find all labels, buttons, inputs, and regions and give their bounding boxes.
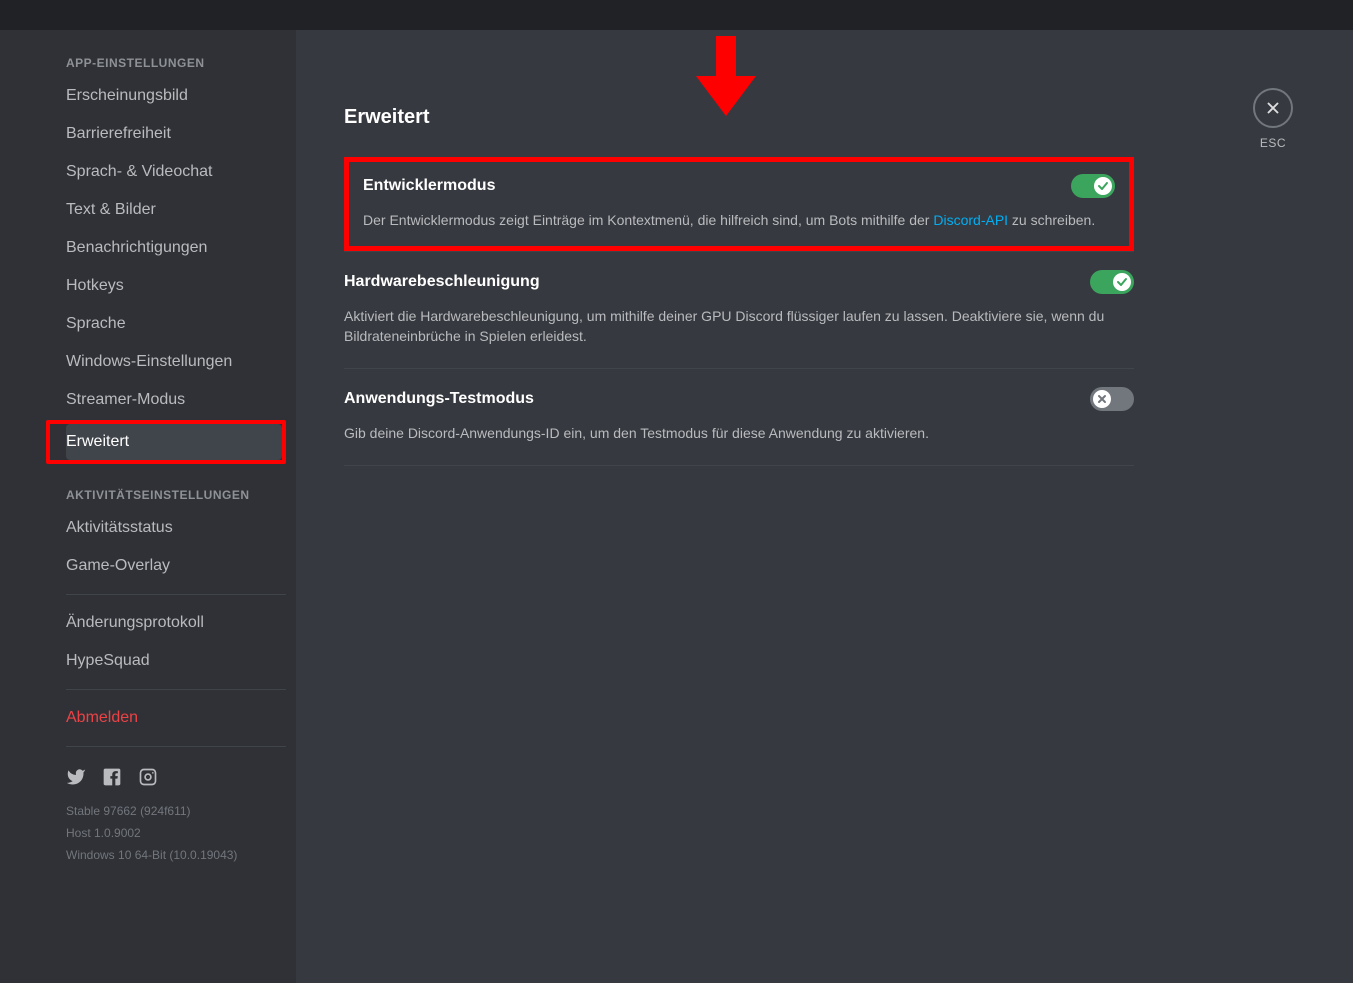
close-button[interactable] [1253, 88, 1293, 128]
setting-description: Gib deine Discord-Anwendungs-ID ein, um … [344, 423, 1134, 443]
close-label: ESC [1253, 136, 1293, 150]
settings-sidebar: APP-EINSTELLUNGEN Erscheinungsbild Barri… [0, 30, 296, 983]
annotation-arrow-icon [696, 36, 756, 116]
sidebar-section-app: APP-EINSTELLUNGEN [66, 50, 286, 76]
setting-description: Der Entwicklermodus zeigt Einträge im Ko… [363, 210, 1115, 230]
sidebar-item-hotkeys[interactable]: Hotkeys [66, 268, 286, 304]
setting-title: Entwicklermodus [363, 177, 495, 195]
sidebar-item-advanced[interactable]: Erweitert [66, 424, 282, 460]
sidebar-item-streamer-mode[interactable]: Streamer-Modus [66, 382, 286, 418]
toggle-application-test-mode[interactable] [1090, 387, 1134, 411]
setting-title: Anwendungs-Testmodus [344, 390, 534, 408]
setting-title: Hardwarebeschleunigung [344, 273, 540, 291]
settings-content: ESC Erweitert Entwicklermodus Der Entwic… [296, 30, 1353, 983]
sidebar-section-activity: AKTIVITÄTSEINSTELLUNGEN [66, 482, 286, 508]
version-line-2: Host 1.0.9002 [66, 820, 286, 842]
sidebar-item-language[interactable]: Sprache [66, 306, 286, 342]
instagram-icon[interactable] [138, 767, 158, 792]
sidebar-item-changelog[interactable]: Änderungsprotokoll [66, 605, 286, 641]
sidebar-separator [66, 689, 286, 690]
setting-hardware-acceleration: Hardwarebeschleunigung Aktiviert die Har… [344, 252, 1134, 368]
sidebar-social-row [66, 757, 286, 798]
sidebar-item-activity-status[interactable]: Aktivitätsstatus [66, 510, 286, 546]
toggle-developer-mode[interactable] [1071, 174, 1115, 198]
annotation-highlight-sidebar: Erweitert [46, 420, 286, 464]
discord-api-link[interactable]: Discord-API [933, 212, 1008, 228]
sidebar-separator [66, 594, 286, 595]
sidebar-item-game-overlay[interactable]: Game-Overlay [66, 548, 286, 584]
facebook-icon[interactable] [102, 767, 122, 792]
setting-description: Aktiviert die Hardwarebeschleunigung, um… [344, 306, 1134, 346]
sidebar-separator [66, 746, 286, 747]
sidebar-item-appearance[interactable]: Erscheinungsbild [66, 78, 286, 114]
twitter-icon[interactable] [66, 767, 86, 792]
sidebar-item-logout[interactable]: Abmelden [66, 700, 286, 736]
setting-developer-mode: Entwicklermodus Der Entwicklermodus zeig… [344, 157, 1134, 251]
version-line-3: Windows 10 64-Bit (10.0.19043) [66, 842, 286, 864]
sidebar-item-voice-video[interactable]: Sprach- & Videochat [66, 154, 286, 190]
setting-divider [344, 465, 1134, 466]
version-line-1: Stable 97662 (924f611) [66, 798, 286, 820]
sidebar-item-windows-settings[interactable]: Windows-Einstellungen [66, 344, 286, 380]
toggle-hardware-acceleration[interactable] [1090, 270, 1134, 294]
window-titlebar [0, 0, 1353, 30]
sidebar-item-accessibility[interactable]: Barrierefreiheit [66, 116, 286, 152]
sidebar-item-hypesquad[interactable]: HypeSquad [66, 643, 286, 679]
sidebar-item-text-images[interactable]: Text & Bilder [66, 192, 286, 228]
setting-application-test-mode: Anwendungs-Testmodus Gib deine Discord-A… [344, 369, 1134, 465]
sidebar-item-notifications[interactable]: Benachrichtigungen [66, 230, 286, 266]
